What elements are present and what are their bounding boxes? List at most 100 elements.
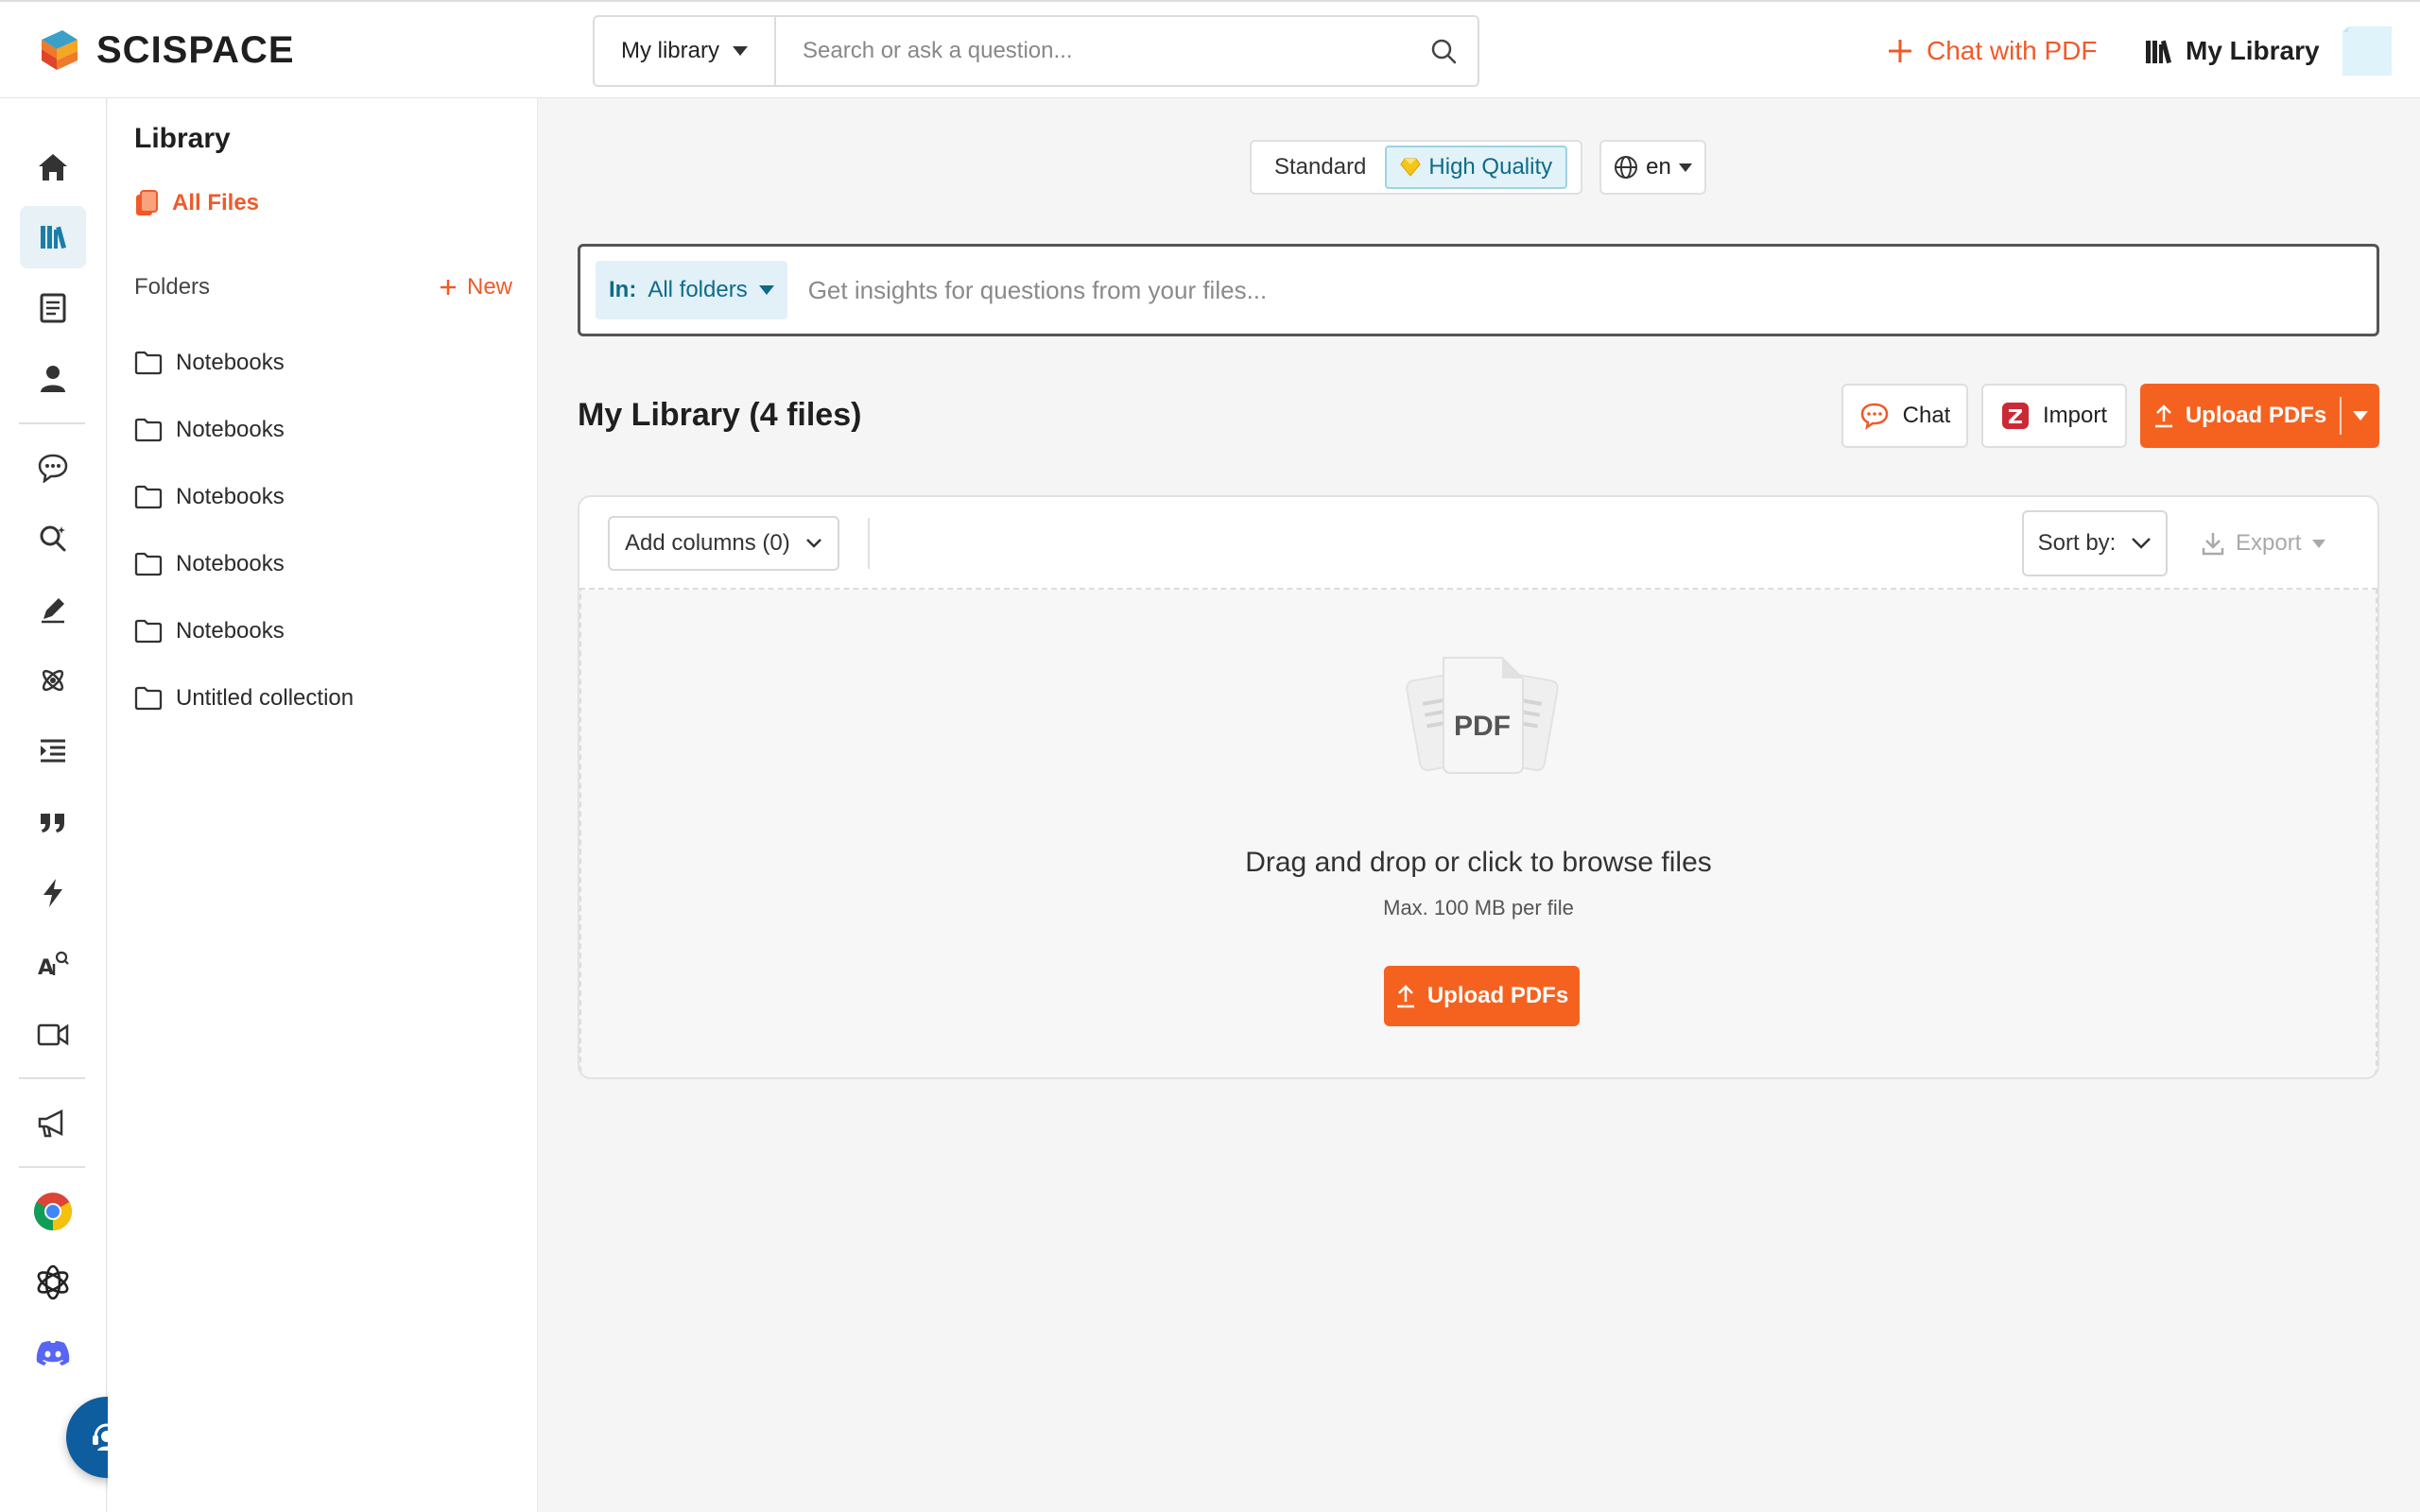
top-bar: SCISPACE My library Chat with PDF My Lib… [0, 0, 2420, 98]
rail-divider [19, 1166, 85, 1168]
folder-icon [134, 619, 163, 644]
upload-pdfs-split-button: Upload PDFs [2140, 384, 2379, 448]
chat-icon[interactable] [20, 437, 86, 499]
folder-item[interactable]: Untitled collection [134, 685, 354, 712]
toolbar-divider [868, 518, 870, 569]
chevron-down-icon [805, 539, 821, 548]
import-label: Import [2042, 403, 2107, 428]
upload-pdfs-label: Upload PDFs [2185, 403, 2327, 428]
folder-label: Notebooks [176, 551, 285, 576]
literature-search-icon[interactable] [20, 507, 86, 570]
export-button[interactable]: Export [2202, 522, 2326, 565]
plus-icon [1889, 40, 1911, 62]
chrome-icon[interactable] [20, 1180, 86, 1243]
download-icon [2202, 533, 2224, 556]
new-folder-button[interactable]: New [439, 274, 512, 301]
home-icon[interactable] [20, 136, 86, 198]
chat-button[interactable]: Chat [1841, 384, 1968, 448]
add-columns-button[interactable]: Add columns (0) [608, 516, 839, 571]
icon-rail: A [0, 98, 107, 1512]
atom-icon[interactable] [20, 649, 86, 712]
library-heading: My Library (4 files) [578, 397, 862, 433]
folder-label: Notebooks [176, 417, 285, 442]
outline-icon[interactable] [20, 720, 86, 782]
rail-divider [19, 1077, 85, 1079]
search-scope-dropdown[interactable]: My library [595, 17, 776, 85]
user-avatar[interactable] [2339, 23, 2392, 76]
import-button[interactable]: Import [1981, 384, 2127, 448]
rail-divider [19, 422, 85, 424]
dropzone-title: Drag and drop or click to browse files [1245, 847, 1712, 878]
language-selector[interactable]: en [1599, 140, 1706, 195]
my-library-label: My Library [2186, 36, 2320, 65]
library-icon[interactable] [20, 206, 86, 268]
language-value: en [1646, 154, 1671, 180]
files-icon [136, 190, 158, 215]
file-dropzone[interactable]: PDF Drag and drop or click to browse fil… [579, 590, 2377, 1077]
folder-item[interactable]: Notebooks [134, 551, 285, 577]
folder-item[interactable]: Notebooks [134, 618, 285, 644]
svg-text:A: A [38, 956, 54, 979]
chat-with-pdf-link[interactable]: Chat with PDF [1887, 30, 2098, 72]
upload-icon [2154, 404, 2172, 428]
folder-icon [134, 351, 163, 375]
dropzone-subtitle: Max. 100 MB per file [1383, 896, 1574, 919]
plus-icon [440, 280, 456, 295]
folder-item[interactable]: Notebooks [134, 417, 285, 443]
ai-detect-icon[interactable]: A [20, 933, 86, 995]
pen-writer-icon[interactable] [20, 578, 86, 641]
high-quality-option[interactable]: High Quality [1385, 146, 1568, 189]
search-input[interactable] [776, 38, 1409, 64]
insight-search: In: All folders [578, 244, 2379, 336]
upload-options-dropdown[interactable] [2342, 384, 2379, 448]
search-scope-label: My library [620, 38, 719, 63]
dropzone-upload-label: Upload PDFs [1426, 983, 1569, 1008]
quality-toggle: Standard High Quality [1250, 140, 1582, 195]
chat-bubble-icon [1860, 403, 1888, 430]
app-name: SCISPACE [96, 28, 295, 71]
folder-scope-dropdown[interactable]: In: All folders [596, 261, 787, 319]
scope-value: All folders [648, 277, 748, 302]
sort-by-dropdown[interactable]: Sort by: [2022, 510, 2168, 576]
search-icon[interactable] [1409, 38, 1478, 64]
caret-down-icon [758, 285, 774, 295]
diamond-icon [1400, 158, 1422, 177]
globe-icon [1615, 156, 1638, 179]
folder-label: Notebooks [176, 618, 285, 644]
library-title: Library [134, 123, 231, 154]
video-icon[interactable] [20, 1004, 86, 1066]
caret-down-icon [1678, 163, 1692, 172]
quote-icon[interactable] [20, 791, 86, 853]
notebook-icon[interactable] [20, 277, 86, 339]
discord-icon[interactable] [20, 1322, 86, 1384]
table-toolbar: Add columns (0) Sort by: Export [579, 497, 2377, 590]
folder-label: Notebooks [176, 350, 285, 375]
megaphone-icon[interactable] [20, 1092, 86, 1155]
folder-label: Untitled collection [176, 685, 354, 711]
sort-by-label: Sort by: [2037, 530, 2117, 556]
folder-item[interactable]: Notebooks [134, 484, 285, 510]
profile-icon[interactable] [20, 348, 86, 410]
upload-pdfs-button[interactable]: Upload PDFs [2140, 384, 2340, 448]
chevron-down-icon [2132, 538, 2152, 549]
folders-header: Folders New [134, 274, 512, 301]
folder-label: Notebooks [176, 484, 285, 509]
standard-label: Standard [1274, 154, 1367, 180]
lightning-icon[interactable] [20, 862, 86, 924]
library-sidebar: Library All Files Folders New Notebooks N… [108, 98, 538, 1512]
standard-quality-option[interactable]: Standard [1255, 146, 1385, 189]
folder-icon [134, 418, 163, 442]
files-table: Add columns (0) Sort by: Export PDF Drag… [578, 495, 2379, 1079]
folder-icon [134, 686, 163, 711]
folders-label: Folders [134, 274, 211, 300]
export-label: Export [2236, 530, 2302, 556]
chatgpt-icon[interactable] [20, 1251, 86, 1314]
all-files-link[interactable]: All Files [134, 189, 259, 217]
folder-item[interactable]: Notebooks [134, 350, 285, 376]
scispace-logo[interactable]: SCISPACE [38, 26, 295, 74]
insight-input[interactable] [786, 275, 2361, 305]
scope-label: In: [609, 277, 637, 302]
my-library-link[interactable]: My Library [2144, 30, 2320, 72]
dropzone-upload-button[interactable]: Upload PDFs [1384, 966, 1580, 1026]
pdf-label: PDF [1454, 711, 1511, 742]
